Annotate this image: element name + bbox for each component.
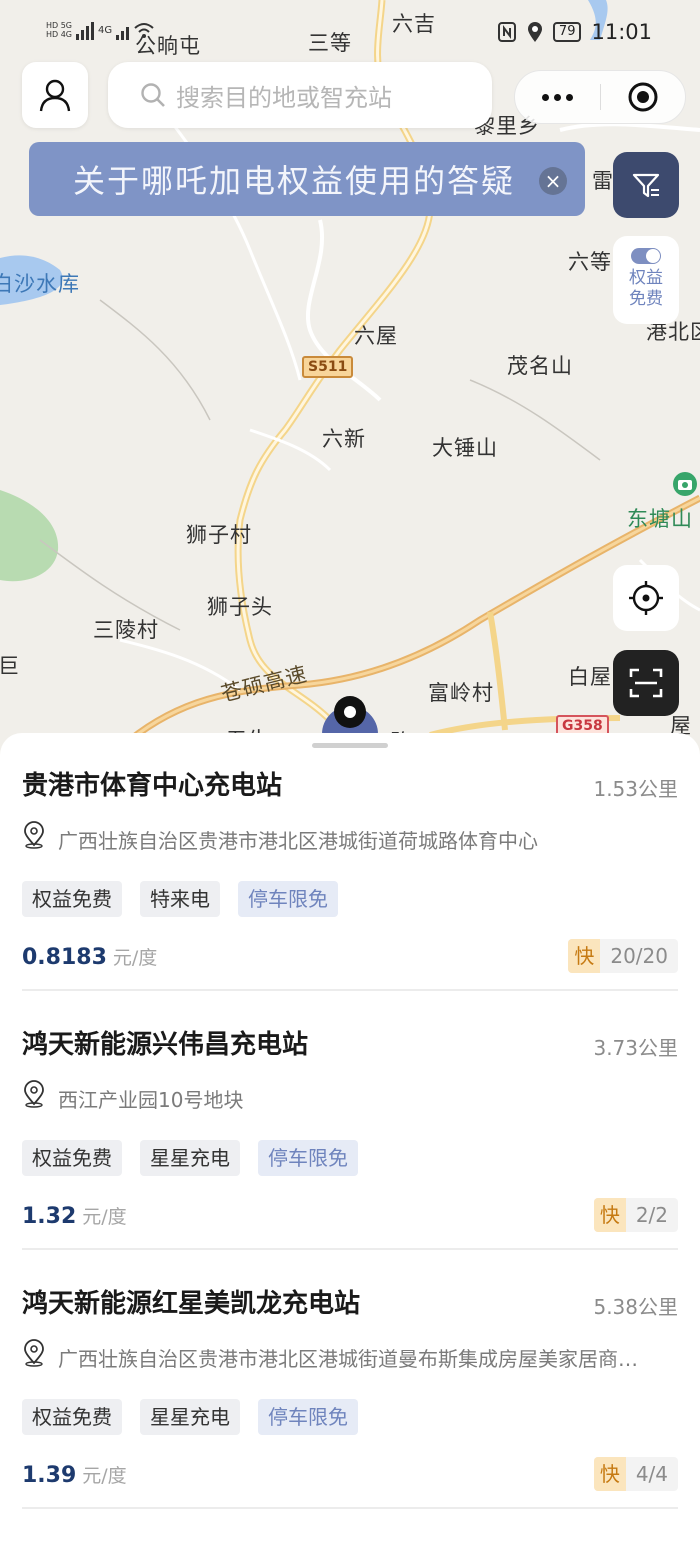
station-tags: 权益免费 特来电 停车限免	[22, 881, 338, 917]
scan-button[interactable]	[613, 650, 679, 716]
miniprogram-capsule	[514, 70, 686, 124]
more-button[interactable]	[515, 93, 600, 101]
charger-availability: 快 2/2	[593, 1198, 678, 1232]
charger-count: 4/4	[635, 1462, 668, 1486]
signal-indicators: HD 5G HD 4G 4G	[46, 20, 155, 40]
battery-icon: 79	[552, 22, 582, 42]
exit-button[interactable]	[601, 81, 686, 113]
tag: 停车限免	[258, 1140, 358, 1176]
charger-availability: 快 4/4	[593, 1457, 678, 1491]
station-address: 西江产业园10号地块	[58, 1088, 244, 1112]
map-label: 六等	[568, 250, 612, 274]
fast-badge: 快	[593, 1198, 626, 1232]
station-card[interactable]: 鸿天新能源兴伟昌充电站 3.73公里 西江产业园10号地块 权益免费 星星充电 …	[22, 992, 678, 1250]
clock: 11:01	[591, 20, 652, 44]
profile-button[interactable]	[22, 62, 88, 128]
station-address: 广西壮族自治区贵港市港北区港城街道曼布斯集成房屋美家居商…	[58, 1347, 638, 1371]
location-pin-icon	[24, 1339, 44, 1367]
map-label: 东塘山	[627, 507, 693, 531]
map-label: 六新	[322, 427, 366, 451]
signal-icon	[76, 20, 95, 40]
charger-count: 20/20	[610, 944, 668, 968]
locate-button[interactable]	[613, 565, 679, 631]
station-list-sheet[interactable]: 贵港市体育中心充电站 1.53公里 广西壮族自治区贵港市港北区港城街道荷城路体育…	[0, 733, 700, 1555]
station-tags: 权益免费 星星充电 停车限免	[22, 1140, 358, 1176]
map-label: 白屋	[568, 665, 612, 689]
wifi-icon	[134, 23, 154, 38]
scan-icon	[629, 668, 663, 698]
station-price: 1.32 元/度	[22, 1204, 127, 1229]
map-label: 富岭村	[428, 681, 494, 705]
map-label: 狮子村	[186, 523, 252, 547]
network-type: 4G	[98, 24, 113, 36]
road-shield-s511: S511	[302, 356, 354, 378]
station-name: 鸿天新能源兴伟昌充电站	[22, 1030, 309, 1060]
tag: 权益免费	[22, 1140, 122, 1176]
station-tags: 权益免费 星星充电 停车限免	[22, 1399, 358, 1435]
station-price: 1.39 元/度	[22, 1463, 127, 1488]
location-pin-icon	[24, 1080, 44, 1108]
tag: 停车限免	[238, 881, 338, 917]
map-label: 白沙水库	[0, 272, 80, 296]
station-name: 鸿天新能源红星美凯龙充电站	[22, 1289, 361, 1319]
rights-free-toggle[interactable]: 权益 免费	[613, 236, 679, 324]
banner-close-button[interactable]: ×	[539, 167, 567, 195]
banner-text: 关于哪吒加电权益使用的答疑	[73, 162, 516, 200]
map-label: 茂名山	[507, 354, 573, 378]
station-distance: 5.38公里	[593, 1295, 678, 1319]
announcement-banner[interactable]: 关于哪吒加电权益使用的答疑 ×	[29, 142, 585, 216]
station-name: 贵港市体育中心充电站	[22, 771, 283, 801]
search-placeholder: 搜索目的地或智充站	[176, 83, 392, 112]
map-label: 大锤山	[432, 436, 498, 460]
map-label: 六屋	[354, 324, 398, 348]
signal-icon-2	[116, 20, 130, 40]
crosshair-icon	[629, 581, 663, 615]
nfc-icon	[497, 22, 516, 42]
filter-icon	[632, 173, 660, 198]
station-distance: 1.53公里	[593, 777, 678, 801]
fast-badge: 快	[568, 939, 601, 973]
location-icon	[527, 22, 542, 42]
toggle-switch[interactable]	[631, 248, 661, 264]
location-pin-icon	[24, 821, 44, 849]
charger-availability: 快 20/20	[568, 939, 678, 973]
map-label: 雷	[592, 169, 614, 193]
rights-toggle-label: 权益 免费	[629, 268, 663, 309]
tag: 特来电	[140, 881, 220, 917]
search-icon	[141, 83, 165, 107]
charger-count: 2/2	[635, 1203, 668, 1227]
tag: 星星充电	[140, 1140, 240, 1176]
filter-button[interactable]	[613, 152, 679, 218]
tag: 停车限免	[258, 1399, 358, 1435]
target-circle-icon	[628, 82, 658, 112]
hd-icon: HD 5G HD 4G	[46, 21, 73, 39]
station-card[interactable]: 贵港市体育中心充电站 1.53公里 广西壮族自治区贵港市港北区港城街道荷城路体育…	[22, 733, 678, 991]
tag: 权益免费	[22, 881, 122, 917]
search-input[interactable]: 搜索目的地或智充站	[108, 62, 492, 128]
poi-camera-icon	[673, 472, 697, 496]
station-card[interactable]: 鸿天新能源红星美凯龙充电站 5.38公里 广西壮族自治区贵港市港北区港城街道曼布…	[22, 1251, 678, 1509]
status-bar: HD 5G HD 4G 4G 79 11:01	[0, 18, 700, 52]
tag: 星星充电	[140, 1399, 240, 1435]
station-address: 广西壮族自治区贵港市港北区港城街道荷城路体育中心	[58, 829, 538, 853]
map-label: 巨	[0, 654, 20, 678]
fast-badge: 快	[593, 1457, 626, 1491]
station-price: 0.8183 元/度	[22, 945, 158, 970]
station-distance: 3.73公里	[593, 1036, 678, 1060]
tag: 权益免费	[22, 1399, 122, 1435]
user-icon	[39, 79, 71, 112]
map-label: 狮子头	[207, 595, 273, 619]
map-label: 三陵村	[93, 618, 159, 642]
